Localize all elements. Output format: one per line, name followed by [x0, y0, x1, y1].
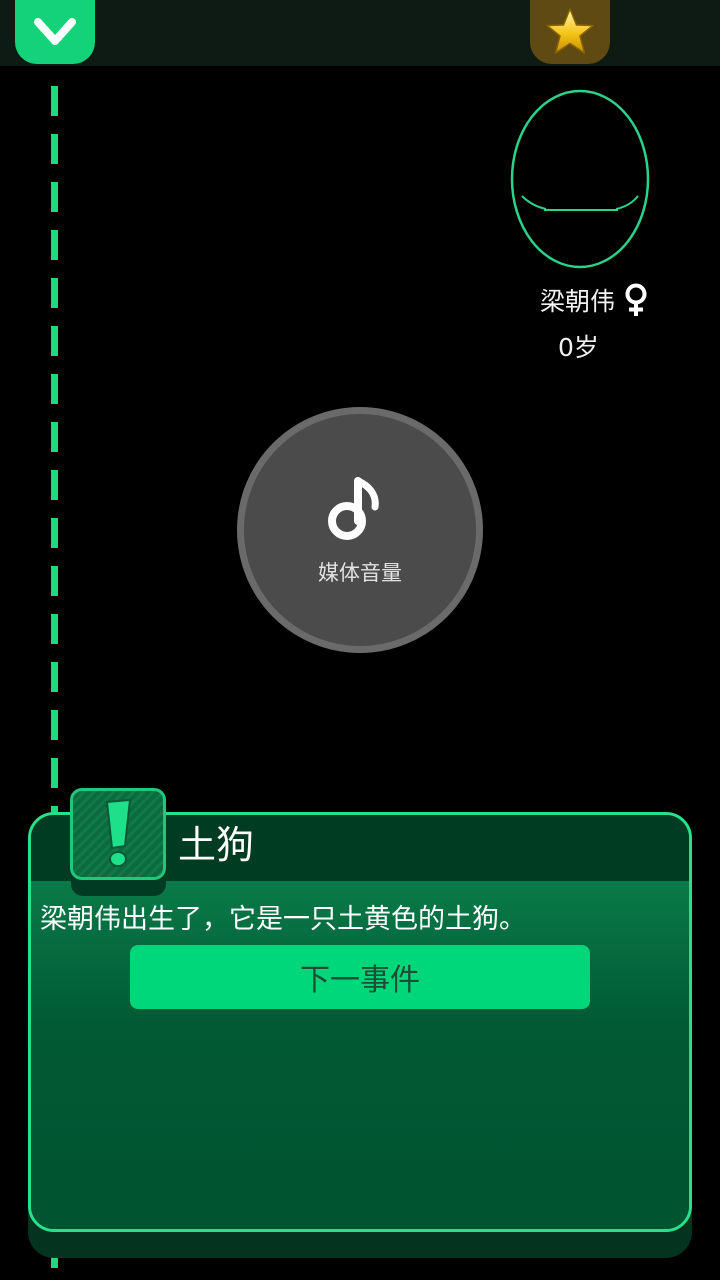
female-symbol-icon	[625, 283, 647, 316]
music-note-icon	[328, 477, 379, 540]
chevron-down-icon	[34, 18, 76, 45]
character-age: 0岁	[558, 333, 599, 362]
event-title: 土狗	[178, 823, 255, 867]
character-name: 梁朝伟	[540, 287, 616, 316]
media-volume-indicator: 媒体音量	[237, 407, 483, 653]
event-alert-badge	[70, 788, 166, 880]
event-description: 梁朝伟出生了，它是一只土黄色的土狗。	[40, 904, 526, 935]
volume-label: 媒体音量	[318, 561, 402, 585]
top-bar	[0, 0, 720, 66]
next-event-button[interactable]: 下一事件	[130, 945, 590, 1009]
favorites-button[interactable]	[530, 0, 610, 64]
character-name-row: 梁朝伟	[540, 282, 649, 318]
game-screen: 梁朝伟 0岁 媒体音量 土狗 梁朝伟出生了，它是一只土黄色的土狗。 下一事件	[0, 0, 720, 1280]
character-avatar	[510, 89, 650, 269]
star-icon	[546, 8, 594, 54]
exclamation-icon	[105, 798, 132, 867]
collapse-button[interactable]	[15, 0, 95, 64]
